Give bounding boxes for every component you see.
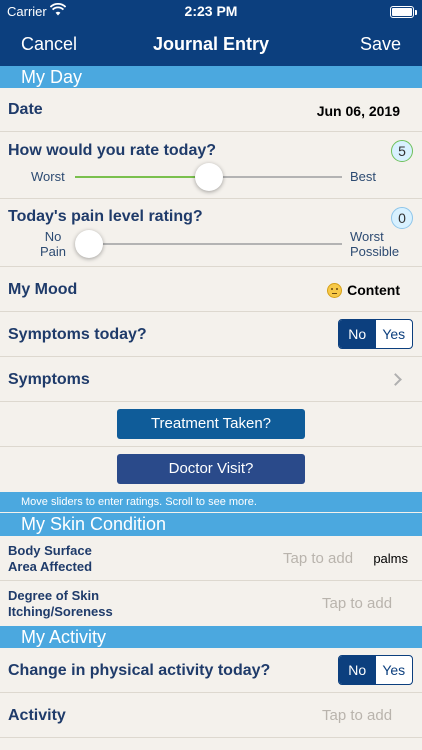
pain-max-label-1: Worst bbox=[350, 229, 384, 244]
pain-slider-track[interactable] bbox=[75, 243, 342, 245]
symptoms-today-toggle[interactable]: No Yes bbox=[338, 319, 413, 349]
save-button[interactable]: Save bbox=[360, 34, 401, 55]
itching-label-2: Itching/Soreness bbox=[8, 604, 113, 619]
pain-level-row: Today's pain level rating? 0 No Pain Wor… bbox=[0, 199, 422, 267]
doctor-row: Doctor Visit? bbox=[0, 447, 422, 492]
pain-level-label: Today's pain level rating? bbox=[8, 208, 203, 225]
pain-slider-thumb[interactable] bbox=[75, 230, 103, 258]
rate-today-badge: 5 bbox=[391, 140, 413, 162]
symptoms-today-no[interactable]: No bbox=[339, 320, 376, 348]
pain-max-label-2: Possible bbox=[350, 244, 400, 259]
rate-today-label: How would you rate today? bbox=[8, 142, 217, 159]
activity-label: Activity bbox=[8, 707, 66, 724]
rate-max-label: Best bbox=[350, 169, 377, 184]
activity-change-yes[interactable]: Yes bbox=[376, 656, 413, 684]
mood-value[interactable]: Content bbox=[327, 282, 400, 298]
slightly-smiling-face-icon bbox=[327, 283, 343, 298]
treatment-row: Treatment Taken? bbox=[0, 402, 422, 447]
body-surface-value: palms bbox=[373, 551, 408, 566]
doctor-visit-button[interactable]: Doctor Visit? bbox=[117, 454, 305, 484]
activity-change-label: Change in physical activity today? bbox=[8, 662, 271, 679]
pain-min-label-2: Pain bbox=[40, 244, 67, 259]
symptoms-today-label: Symptoms today? bbox=[8, 326, 147, 343]
activity-change-no[interactable]: No bbox=[339, 656, 376, 684]
cancel-button[interactable]: Cancel bbox=[21, 34, 77, 55]
section-header-activity: My Activity bbox=[0, 626, 422, 648]
date-label: Date bbox=[8, 101, 43, 118]
itching-placeholder[interactable]: Tap to add bbox=[322, 595, 392, 612]
treatment-taken-button[interactable]: Treatment Taken? bbox=[117, 409, 305, 439]
symptoms-today-row: Symptoms today? No Yes bbox=[0, 312, 422, 357]
rate-min-label: Worst bbox=[31, 169, 65, 184]
mood-text: Content bbox=[347, 282, 400, 298]
body-surface-label-2: Area Affected bbox=[8, 559, 93, 574]
date-row[interactable]: Date Jun 06, 2019 bbox=[0, 88, 422, 132]
chevron-right-icon bbox=[389, 373, 402, 386]
activity-row[interactable]: Activity Tap to add bbox=[0, 693, 422, 738]
date-value[interactable]: Jun 06, 2019 bbox=[317, 103, 400, 119]
activity-change-toggle[interactable]: No Yes bbox=[338, 655, 413, 685]
section-header-skin: My Skin Condition bbox=[0, 513, 422, 536]
status-bar: Carrier 2:23 PM bbox=[0, 0, 422, 24]
activity-change-row: Change in physical activity today? No Ye… bbox=[0, 648, 422, 693]
pain-level-badge: 0 bbox=[391, 207, 413, 229]
section-header-my-day: My Day bbox=[0, 66, 422, 88]
itching-label-1: Degree of Skin bbox=[8, 588, 100, 603]
rate-today-row: How would you rate today? 5 Worst Best bbox=[0, 132, 422, 199]
symptoms-label: Symptoms bbox=[8, 371, 90, 388]
rate-slider-thumb[interactable] bbox=[194, 163, 223, 191]
body-surface-label-1: Body Surface bbox=[8, 543, 92, 558]
mood-row[interactable]: My Mood Content bbox=[0, 267, 422, 312]
mood-label: My Mood bbox=[8, 281, 78, 298]
symptoms-row[interactable]: Symptoms bbox=[0, 357, 422, 402]
body-surface-row[interactable]: Body Surface Area Affected Tap to add pa… bbox=[0, 536, 422, 581]
symptoms-today-yes[interactable]: Yes bbox=[376, 320, 413, 348]
body-surface-placeholder[interactable]: Tap to add bbox=[283, 550, 353, 567]
hint-text: Move sliders to enter ratings. Scroll to… bbox=[0, 492, 422, 512]
clock: 2:23 PM bbox=[184, 3, 238, 19]
battery-icon bbox=[390, 6, 417, 18]
activity-placeholder[interactable]: Tap to add bbox=[322, 707, 392, 724]
navigation-bar: Cancel Journal Entry Save bbox=[0, 24, 422, 66]
rate-slider-fill bbox=[75, 176, 209, 178]
itching-row[interactable]: Degree of Skin Itching/Soreness Tap to a… bbox=[0, 581, 422, 626]
pain-min-label-1: No bbox=[44, 229, 62, 244]
